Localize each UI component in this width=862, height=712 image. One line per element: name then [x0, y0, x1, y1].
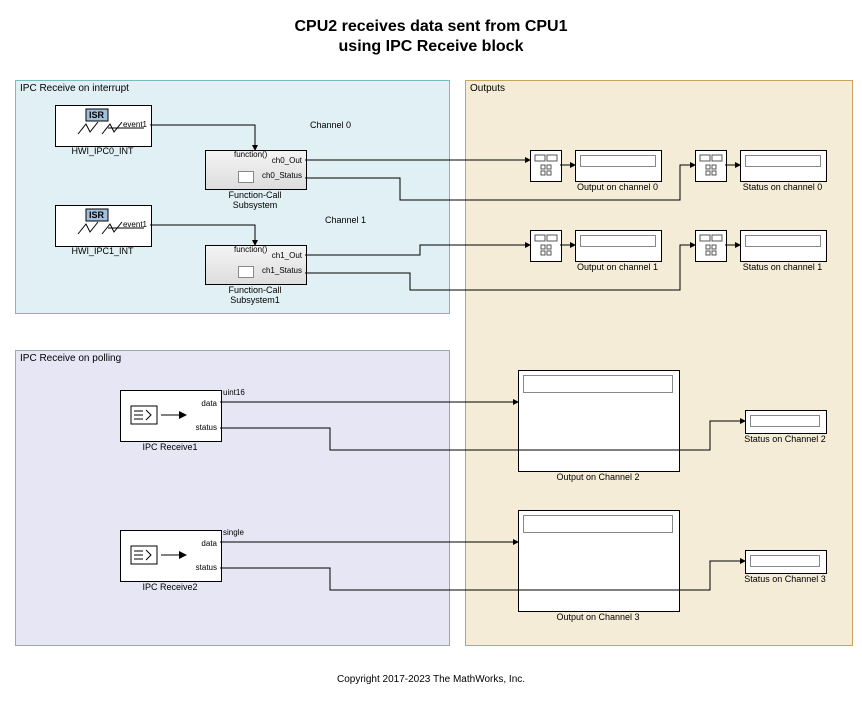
ipc2-data-port: data: [201, 539, 217, 548]
block-fcs0[interactable]: function() ch0_Out ch0_Status: [205, 150, 307, 190]
demux-ch1[interactable]: [530, 230, 562, 262]
ipc2-status-port: status: [196, 563, 217, 572]
hwi1-isr-text: ISR: [89, 210, 105, 220]
block-ipc-receive1[interactable]: data status: [120, 390, 222, 442]
fcs0-trigger: function(): [234, 150, 267, 159]
display-status-ch0-label: Status on channel 0: [740, 182, 825, 192]
display-status-ch0[interactable]: [740, 150, 827, 182]
block-fcs1[interactable]: function() ch1_Out ch1_Status: [205, 245, 307, 285]
scope-output-ch3-label: Output on Channel 3: [518, 612, 678, 622]
display-status-ch3[interactable]: [745, 550, 827, 574]
ipc1-data-port: data: [201, 399, 217, 408]
fcs0-out2-icon: [238, 171, 254, 183]
channel0-label: Channel 0: [310, 120, 351, 130]
display-output-ch0[interactable]: [575, 150, 662, 182]
hwi1-event-port: event1: [123, 220, 147, 229]
scope-output-ch2-label: Output on Channel 2: [518, 472, 678, 482]
display-output-ch1[interactable]: [575, 230, 662, 262]
diagram-title-line2: using IPC Receive block: [0, 38, 862, 56]
diagram-title-line1: CPU2 receives data sent from CPU1: [0, 18, 862, 36]
block-hwi-ipc1-label: HWI_IPC1_INT: [55, 246, 150, 256]
fcs1-out2: ch1_Status: [262, 266, 302, 275]
display-status-ch2[interactable]: [745, 410, 827, 434]
fcs1-trigger: function(): [234, 245, 267, 254]
fcs1-out1: ch1_Out: [272, 251, 302, 260]
ipc1-status-port: status: [196, 423, 217, 432]
hwi0-event-port: event1: [123, 120, 147, 129]
block-hwi-ipc0-label: HWI_IPC0_INT: [55, 146, 150, 156]
fcs1-label: Function-Call Subsystem1: [205, 285, 305, 305]
simulink-canvas: CPU2 receives data sent from CPU1 using …: [0, 0, 862, 712]
hwi0-isr-text: ISR: [89, 110, 105, 120]
ipc2-label: IPC Receive2: [120, 582, 220, 592]
region-interrupt-label: IPC Receive on interrupt: [20, 83, 129, 94]
fcs0-out1: ch0_Out: [272, 156, 302, 165]
demux-stat1[interactable]: [695, 230, 727, 262]
region-polling-label: IPC Receive on polling: [20, 353, 121, 364]
ipc1-label: IPC Receive1: [120, 442, 220, 452]
scope-output-ch3[interactable]: [518, 510, 680, 612]
block-hwi-ipc1[interactable]: ISR event1: [55, 205, 152, 247]
display-output-ch0-label: Output on channel 0: [575, 182, 660, 192]
ipc2-dtype: single: [223, 528, 244, 537]
channel1-label: Channel 1: [325, 215, 366, 225]
display-status-ch2-label: Status on Channel 2: [740, 434, 830, 444]
copyright-footer: Copyright 2017-2023 The MathWorks, Inc.: [0, 674, 862, 685]
display-status-ch1-label: Status on channel 1: [740, 262, 825, 272]
display-output-ch1-label: Output on channel 1: [575, 262, 660, 272]
display-status-ch1[interactable]: [740, 230, 827, 262]
demux-stat0[interactable]: [695, 150, 727, 182]
fcs1-out2-icon: [238, 266, 254, 278]
ipc1-dtype: uint16: [223, 388, 245, 397]
fcs0-label: Function-Call Subsystem: [205, 190, 305, 210]
region-outputs-label: Outputs: [470, 83, 505, 94]
scope-output-ch2[interactable]: [518, 370, 680, 472]
block-ipc-receive2[interactable]: data status: [120, 530, 222, 582]
demux-ch0[interactable]: [530, 150, 562, 182]
display-status-ch3-label: Status on Channel 3: [740, 574, 830, 584]
fcs0-out2: ch0_Status: [262, 171, 302, 180]
block-hwi-ipc0[interactable]: ISR event1: [55, 105, 152, 147]
